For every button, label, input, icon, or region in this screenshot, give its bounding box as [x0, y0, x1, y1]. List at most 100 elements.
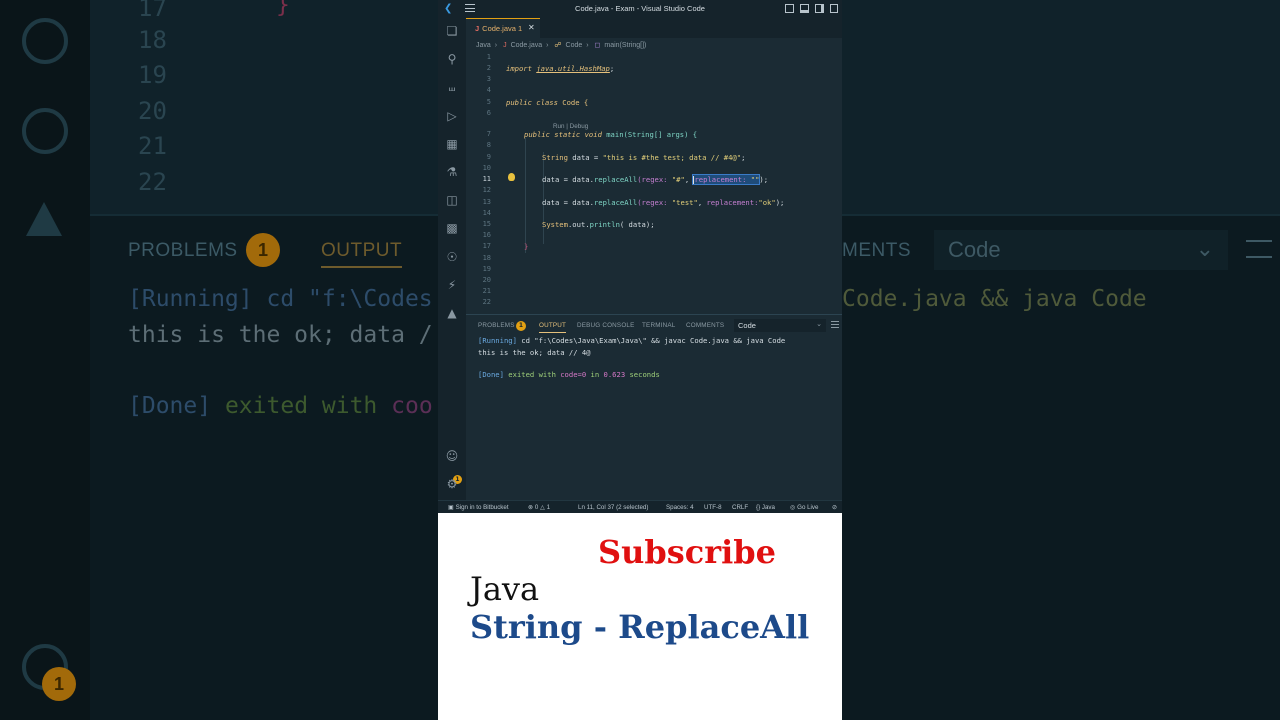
bookmark-icon[interactable]: ◫: [445, 193, 459, 207]
code-editor[interactable]: 1 2 3 4 5 6 7 8 9 10 11 12 13 14 15 16 1…: [466, 52, 842, 314]
status-encoding[interactable]: UTF-8: [704, 504, 722, 511]
class-name: Code {: [562, 98, 589, 107]
toggle-secondary-sidebar-icon[interactable]: [815, 4, 824, 13]
punctuation: );: [775, 198, 785, 207]
package-name: java.util.HashMap: [536, 64, 610, 73]
extensions-icon[interactable]: ▦: [445, 137, 459, 151]
keyword: import: [506, 64, 532, 73]
line-number: 13: [482, 198, 491, 206]
account-icon[interactable]: ☺: [445, 449, 459, 463]
status-go-live[interactable]: ◎ Go Live: [790, 504, 818, 511]
toggle-sidebar-icon[interactable]: [785, 4, 794, 13]
customize-layout-icon[interactable]: [830, 4, 838, 13]
output-tag: [Running]: [478, 336, 517, 345]
breadcrumb-item[interactable]: Code.java: [511, 42, 543, 49]
parameter-hint: replacement:: [706, 198, 759, 207]
line-number: 5: [486, 98, 491, 106]
status-problems[interactable]: ⊗ 0 △ 1: [528, 504, 550, 511]
tab-problem-count: 1: [518, 24, 523, 33]
line-number: 1: [486, 53, 491, 61]
string-literal: "this is #the test; data // #4@": [602, 153, 742, 162]
code-line-7: public static void main(String[] args) {: [524, 130, 697, 139]
remote-icon[interactable]: ☉: [445, 250, 459, 264]
breadcrumb-item[interactable]: main(String[]): [604, 42, 646, 49]
bg-atlassian-icon: [26, 202, 62, 236]
output-duration: 0.623: [603, 370, 626, 379]
method-icon: ◻: [594, 42, 601, 49]
code-text: ( data);: [619, 220, 655, 229]
toggle-panel-icon[interactable]: [800, 4, 809, 13]
java-file-icon: J: [503, 42, 507, 49]
testing-icon[interactable]: ⚗: [445, 165, 459, 179]
status-text: Sign in to Bitbucket: [455, 504, 509, 511]
search-icon[interactable]: ⚲: [445, 52, 459, 66]
run-debug-icon[interactable]: ▷: [445, 109, 459, 123]
files-icon[interactable]: ❏: [445, 24, 459, 38]
bg-line-number: 19: [138, 61, 167, 89]
tab-problems[interactable]: PROBLEMS: [478, 322, 515, 329]
window-title: Code.java - Exam - Visual Studio Code: [575, 4, 705, 13]
output-tag: [Done]: [478, 370, 504, 379]
bg-menu-icon: [1246, 240, 1272, 258]
error-count: 0: [534, 504, 539, 511]
codelens-run-debug[interactable]: Run | Debug: [553, 123, 588, 130]
tab-terminal[interactable]: TERMINAL: [642, 322, 675, 329]
method-name: println: [589, 220, 620, 229]
tab-comments[interactable]: COMMENTS: [686, 322, 724, 329]
line-number: 9: [486, 153, 491, 161]
tab-output[interactable]: OUTPUT: [539, 322, 567, 333]
tab-code-java[interactable]: J Code.java 1 ✕: [466, 18, 540, 38]
problems-badge: 1: [516, 321, 526, 331]
vscode-window: ❮ Code.java - Exam - Visual Studio Code …: [438, 0, 842, 720]
close-icon[interactable]: ✕: [528, 23, 535, 32]
settings-icon[interactable]: ⚙: [445, 477, 459, 491]
line-number: 14: [482, 209, 491, 217]
terminal-icon[interactable]: ▩: [445, 221, 459, 235]
status-eol[interactable]: CRLF: [732, 504, 748, 511]
breadcrumb-item[interactable]: Code: [566, 42, 583, 49]
line-number: 17: [482, 242, 491, 250]
output-channel-select[interactable]: Code ⌄: [734, 319, 826, 332]
lightning-icon[interactable]: ⚡: [445, 278, 459, 292]
bg-output-running-right: Code.java && java Code: [842, 286, 1147, 312]
notifications-icon[interactable]: ⊘: [832, 504, 837, 511]
type-name: String: [542, 153, 568, 162]
subscribe-text[interactable]: Subscribe: [598, 533, 776, 571]
chevron-right-icon: ›: [546, 42, 549, 49]
code-text: data = data.: [542, 175, 594, 184]
output-exit-code: code=0: [560, 370, 587, 379]
activity-bar: ❏ ⚲ ⧢ ▷ ▦ ⚗ ◫ ▩ ☉ ⚡ ▲ ☺ 1 ⚙: [438, 18, 466, 500]
line-number: 20: [482, 276, 491, 284]
code-text: .out.: [567, 220, 590, 229]
bg-problems-badge: 1: [246, 233, 280, 267]
braces-icon: {}: [756, 504, 761, 511]
output-result-line: this is the ok; data // 4@: [478, 348, 591, 357]
bg-select-value: Code: [948, 237, 1001, 262]
source-control-icon[interactable]: ⧢: [445, 80, 459, 94]
punctuation: ;: [609, 64, 615, 73]
tab-bar: J Code.java 1 ✕: [466, 18, 842, 38]
output-running-line: [Running] cd "f:\Codes\Java\Exam\Java\" …: [478, 336, 785, 345]
status-indentation[interactable]: Spaces: 4: [666, 504, 694, 511]
atlassian-icon[interactable]: ▲: [445, 306, 459, 320]
line-number: 19: [482, 265, 491, 273]
lightbulb-icon[interactable]: [508, 173, 515, 181]
code-line-13: data = data.replaceAll(regex: "test", re…: [542, 198, 784, 207]
line-number: 6: [486, 109, 491, 117]
punctuation: ;: [741, 153, 746, 162]
tab-debug-console[interactable]: DEBUG CONSOLE: [577, 322, 635, 329]
menu-icon[interactable]: [831, 321, 839, 328]
bg-tab-output: OUTPUT: [321, 240, 403, 268]
chevron-right-icon: ›: [494, 42, 498, 49]
status-cursor-position[interactable]: Ln 11, Col 37 (2 selected): [578, 504, 648, 511]
status-language[interactable]: {} Java: [756, 504, 775, 511]
bg-output-done: [Done] exited with coo: [128, 393, 433, 419]
status-bitbucket[interactable]: ▣ Sign in to Bitbucket: [448, 504, 509, 511]
line-number: 4: [486, 86, 491, 94]
bg-chevron-down-icon: ⌄: [1195, 236, 1214, 261]
warning-count: 1: [546, 504, 551, 511]
line-number: 3: [486, 75, 491, 83]
breadcrumb-item[interactable]: Java: [476, 42, 491, 49]
bg-line-number: 17: [138, 0, 167, 22]
string-literal: "ok": [758, 198, 776, 207]
